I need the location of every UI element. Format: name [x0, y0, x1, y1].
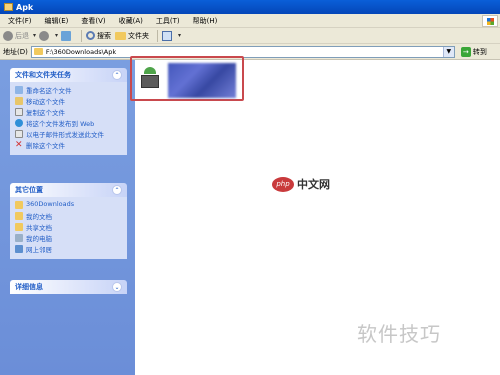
- address-value: F:\360Downloads\Apk: [45, 47, 117, 56]
- views-dropdown-icon[interactable]: ▾: [178, 32, 181, 39]
- file-list-area[interactable]: [130, 56, 500, 375]
- site-watermark: php 中文网: [272, 176, 330, 192]
- folders-button[interactable]: 文件夹: [115, 29, 149, 43]
- search-label: 搜索: [97, 31, 112, 40]
- collapse-chevron-icon[interactable]: ⌃: [112, 185, 122, 195]
- folder-icon: [33, 48, 43, 55]
- address-dropdown-icon[interactable]: ▼: [442, 46, 454, 57]
- place-label: 网上邻居: [26, 246, 52, 254]
- panel-body: 360Downloads 我的文档 共享文档 我的电脑 网上邻居: [10, 197, 127, 259]
- package-box-shape: [141, 75, 159, 88]
- menu-help[interactable]: 帮助(H): [193, 16, 218, 26]
- up-button[interactable]: [61, 29, 73, 43]
- place-360downloads[interactable]: 360Downloads: [15, 200, 122, 210]
- menu-view[interactable]: 查看(V): [81, 16, 105, 26]
- shared-documents-icon: [15, 223, 23, 231]
- place-label: 我的电脑: [26, 235, 52, 243]
- back-dropdown-icon[interactable]: ▾: [33, 32, 36, 39]
- place-label: 360Downloads: [26, 200, 75, 208]
- menu-file[interactable]: 文件(F): [8, 16, 32, 26]
- folders-icon: [115, 31, 127, 40]
- task-label: 重命名这个文件: [26, 87, 72, 95]
- details-panel: 详细信息 ⌄: [10, 280, 127, 294]
- expand-chevron-icon[interactable]: ⌄: [112, 282, 122, 292]
- apk-file-item[interactable]: [130, 56, 244, 101]
- menu-favorites[interactable]: 收藏(A): [119, 16, 143, 26]
- file-tasks-panel: 文件和文件夹任务 ⌃ 重命名这个文件 移动这个文件 复制这个文件 将这个文件发布…: [10, 68, 127, 155]
- address-bar: 地址(D) F:\360Downloads\Apk ▼ → 转到: [0, 44, 500, 60]
- menu-edit[interactable]: 编辑(E): [45, 16, 69, 26]
- folders-label: 文件夹: [128, 31, 150, 40]
- up-folder-icon: [61, 30, 72, 41]
- rename-icon: [15, 86, 23, 94]
- search-icon: [86, 31, 96, 40]
- place-network[interactable]: 网上邻居: [15, 244, 122, 254]
- collapse-chevron-icon[interactable]: ⌃: [112, 70, 122, 80]
- web-publish-icon: [15, 119, 23, 127]
- windows-logo-icon: [482, 15, 498, 27]
- task-label: 复制这个文件: [26, 109, 65, 117]
- folder-icon: [4, 3, 13, 11]
- task-label: 以电子邮件形式发送此文件: [26, 131, 104, 139]
- place-my-documents[interactable]: 我的文档: [15, 211, 122, 221]
- panel-header[interactable]: 详细信息 ⌄: [10, 280, 127, 294]
- my-computer-icon: [15, 234, 23, 242]
- place-shared-documents[interactable]: 共享文档: [15, 222, 122, 232]
- panel-body: 重命名这个文件 移动这个文件 复制这个文件 将这个文件发布到 Web 以电子邮件…: [10, 82, 127, 155]
- views-button[interactable]: [162, 29, 174, 43]
- my-documents-icon: [15, 212, 23, 220]
- other-places-panel: 其它位置 ⌃ 360Downloads 我的文档 共享文档 我的电脑 网上邻居: [10, 183, 127, 259]
- panel-title: 其它位置: [15, 186, 43, 194]
- task-move[interactable]: 移动这个文件: [15, 96, 122, 106]
- copy-icon: [15, 108, 23, 116]
- forward-dropdown-icon[interactable]: ▾: [55, 32, 58, 39]
- blurred-file-name: [168, 63, 236, 98]
- delete-icon: ✕: [15, 140, 23, 150]
- folder-icon: [15, 201, 23, 209]
- place-label: 共享文档: [26, 224, 52, 232]
- title-bar: Apk: [0, 0, 500, 14]
- email-icon: [15, 130, 23, 138]
- task-publish-web[interactable]: 将这个文件发布到 Web: [15, 118, 122, 128]
- network-places-icon: [15, 245, 23, 253]
- back-arrow-icon: [3, 30, 13, 41]
- task-copy[interactable]: 复制这个文件: [15, 107, 122, 117]
- move-icon: [15, 97, 23, 105]
- task-label: 将这个文件发布到 Web: [26, 120, 95, 128]
- back-button[interactable]: 后退: [3, 29, 29, 43]
- panel-title: 文件和文件夹任务: [15, 71, 71, 79]
- panel-header[interactable]: 文件和文件夹任务 ⌃: [10, 68, 127, 82]
- android-head-shape: [144, 67, 156, 74]
- toolbar-divider: [81, 29, 83, 42]
- menu-bar: 文件(F) 编辑(E) 查看(V) 收藏(A) 工具(T) 帮助(H): [0, 14, 500, 28]
- menu-tools[interactable]: 工具(T): [156, 16, 180, 26]
- go-arrow-icon: →: [460, 46, 471, 57]
- task-label: 移动这个文件: [26, 98, 65, 106]
- task-rename[interactable]: 重命名这个文件: [15, 85, 122, 95]
- toolbar: 后退 ▾ ▾ 搜索 文件夹 ▾: [0, 28, 500, 44]
- views-icon: [162, 30, 173, 41]
- task-delete[interactable]: ✕ 删除这个文件: [15, 140, 122, 151]
- place-my-computer[interactable]: 我的电脑: [15, 233, 122, 243]
- panel-header[interactable]: 其它位置 ⌃: [10, 183, 127, 197]
- task-pane: 文件和文件夹任务 ⌃ 重命名这个文件 移动这个文件 复制这个文件 将这个文件发布…: [0, 60, 135, 375]
- place-label: 我的文档: [26, 213, 52, 221]
- search-button[interactable]: 搜索: [86, 29, 111, 43]
- forward-button[interactable]: [39, 29, 51, 43]
- back-label: 后退: [15, 31, 29, 40]
- task-email[interactable]: 以电子邮件形式发送此文件: [15, 129, 122, 139]
- panel-title: 详细信息: [15, 283, 43, 291]
- php-logo: php: [272, 176, 294, 192]
- toolbar-divider: [157, 29, 159, 42]
- corner-watermark: 软件技巧: [357, 322, 441, 346]
- watermark-text: 中文网: [297, 178, 330, 191]
- task-label: 删除这个文件: [26, 142, 65, 150]
- address-label: 地址(D): [3, 47, 28, 56]
- forward-arrow-icon: [39, 30, 50, 41]
- go-label: 转到: [472, 47, 487, 56]
- window-title: Apk: [16, 2, 34, 12]
- go-button[interactable]: → 转到: [460, 46, 487, 57]
- apk-file-icon: [140, 67, 160, 89]
